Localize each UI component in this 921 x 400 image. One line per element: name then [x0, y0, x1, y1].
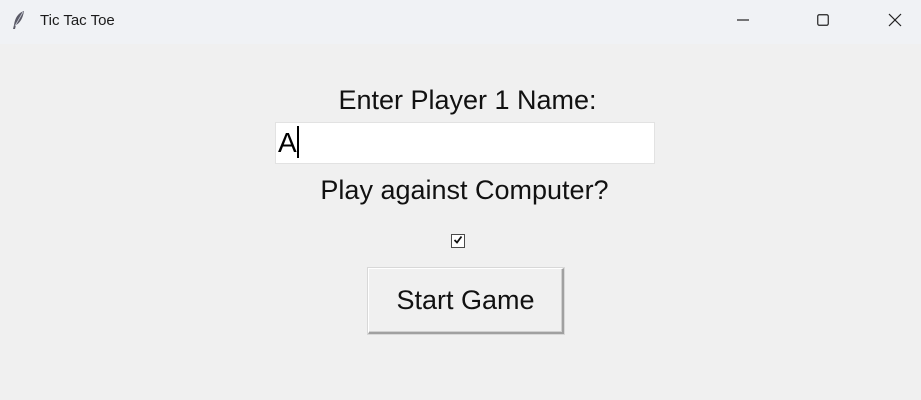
player-name-input[interactable]: A [275, 122, 655, 164]
window-title: Tic Tac Toe [40, 12, 115, 29]
player-name-label: Enter Player 1 Name: [338, 85, 597, 115]
title-bar[interactable]: Tic Tac Toe [0, 0, 921, 44]
maximize-button[interactable] [800, 0, 846, 40]
feather-icon [12, 10, 26, 30]
minimize-icon [737, 14, 749, 26]
player-name-value: A [278, 127, 297, 158]
close-icon [888, 13, 902, 27]
close-button[interactable] [872, 0, 918, 40]
text-cursor [296, 126, 299, 158]
main-content: Enter Player 1 Name: A Play against Comp… [0, 44, 921, 400]
start-game-button[interactable]: Start Game [368, 268, 564, 334]
maximize-icon [817, 14, 829, 26]
minimize-button[interactable] [720, 0, 766, 40]
play-computer-checkbox[interactable] [451, 234, 465, 248]
play-computer-label: Play against Computer? [320, 175, 609, 205]
checkmark-icon [453, 232, 463, 250]
app-window: Tic Tac Toe Enter Player 1 Name: A Play … [0, 0, 921, 400]
